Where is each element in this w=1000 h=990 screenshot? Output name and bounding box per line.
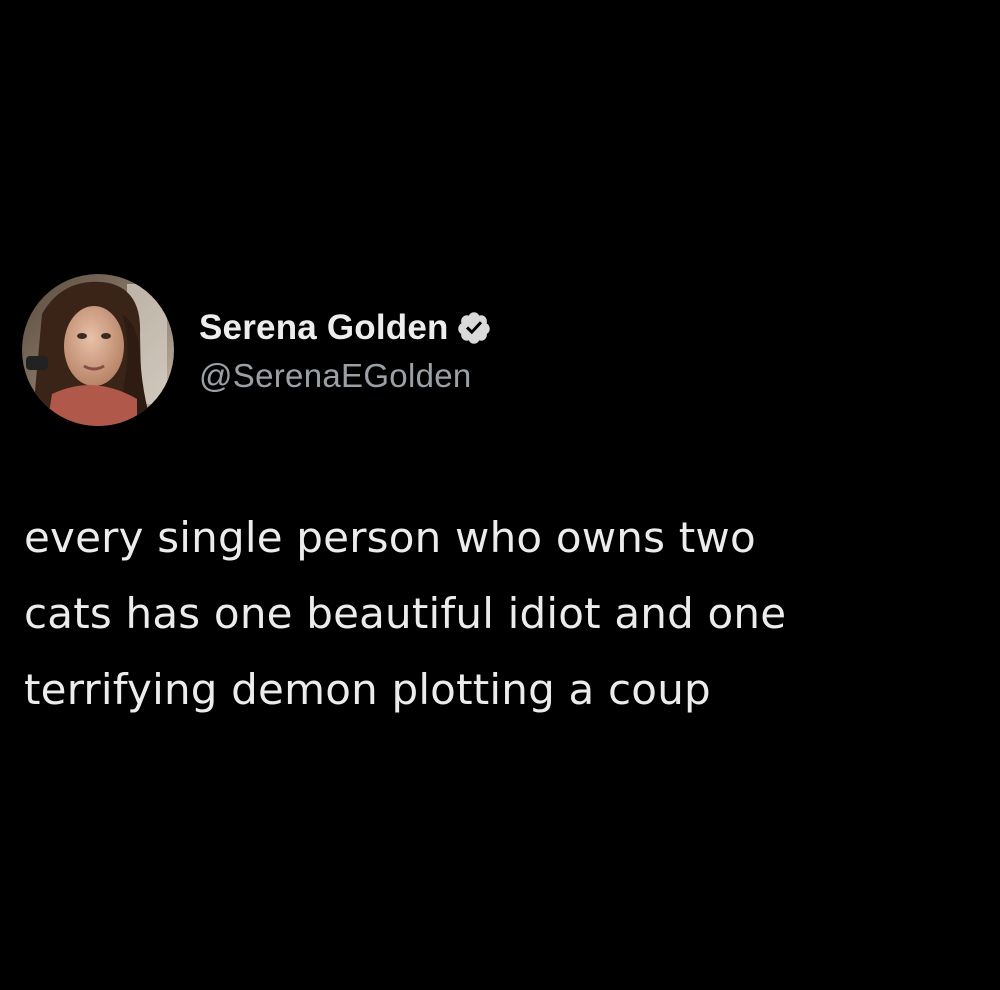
author-names: Serena Golden @SerenaEGolden [199, 305, 492, 395]
tweet-text-line: every single person who owns two [24, 513, 756, 562]
name-row: Serena Golden [199, 305, 492, 351]
tweet-author: Serena Golden @SerenaEGolden [22, 272, 492, 427]
tweet-text-line: terrifying demon plotting a coup [24, 665, 711, 714]
tweet-text: every single person who owns two cats ha… [24, 500, 984, 728]
tweet-card: Serena Golden @SerenaEGolden every singl… [0, 0, 1000, 990]
avatar-photo [22, 273, 174, 426]
verified-badge-icon [456, 310, 492, 346]
display-name[interactable]: Serena Golden [199, 308, 449, 348]
author-handle[interactable]: @SerenaEGolden [199, 357, 492, 395]
avatar[interactable] [22, 273, 174, 426]
tweet-text-line: cats has one beautiful idiot and one [24, 589, 787, 638]
